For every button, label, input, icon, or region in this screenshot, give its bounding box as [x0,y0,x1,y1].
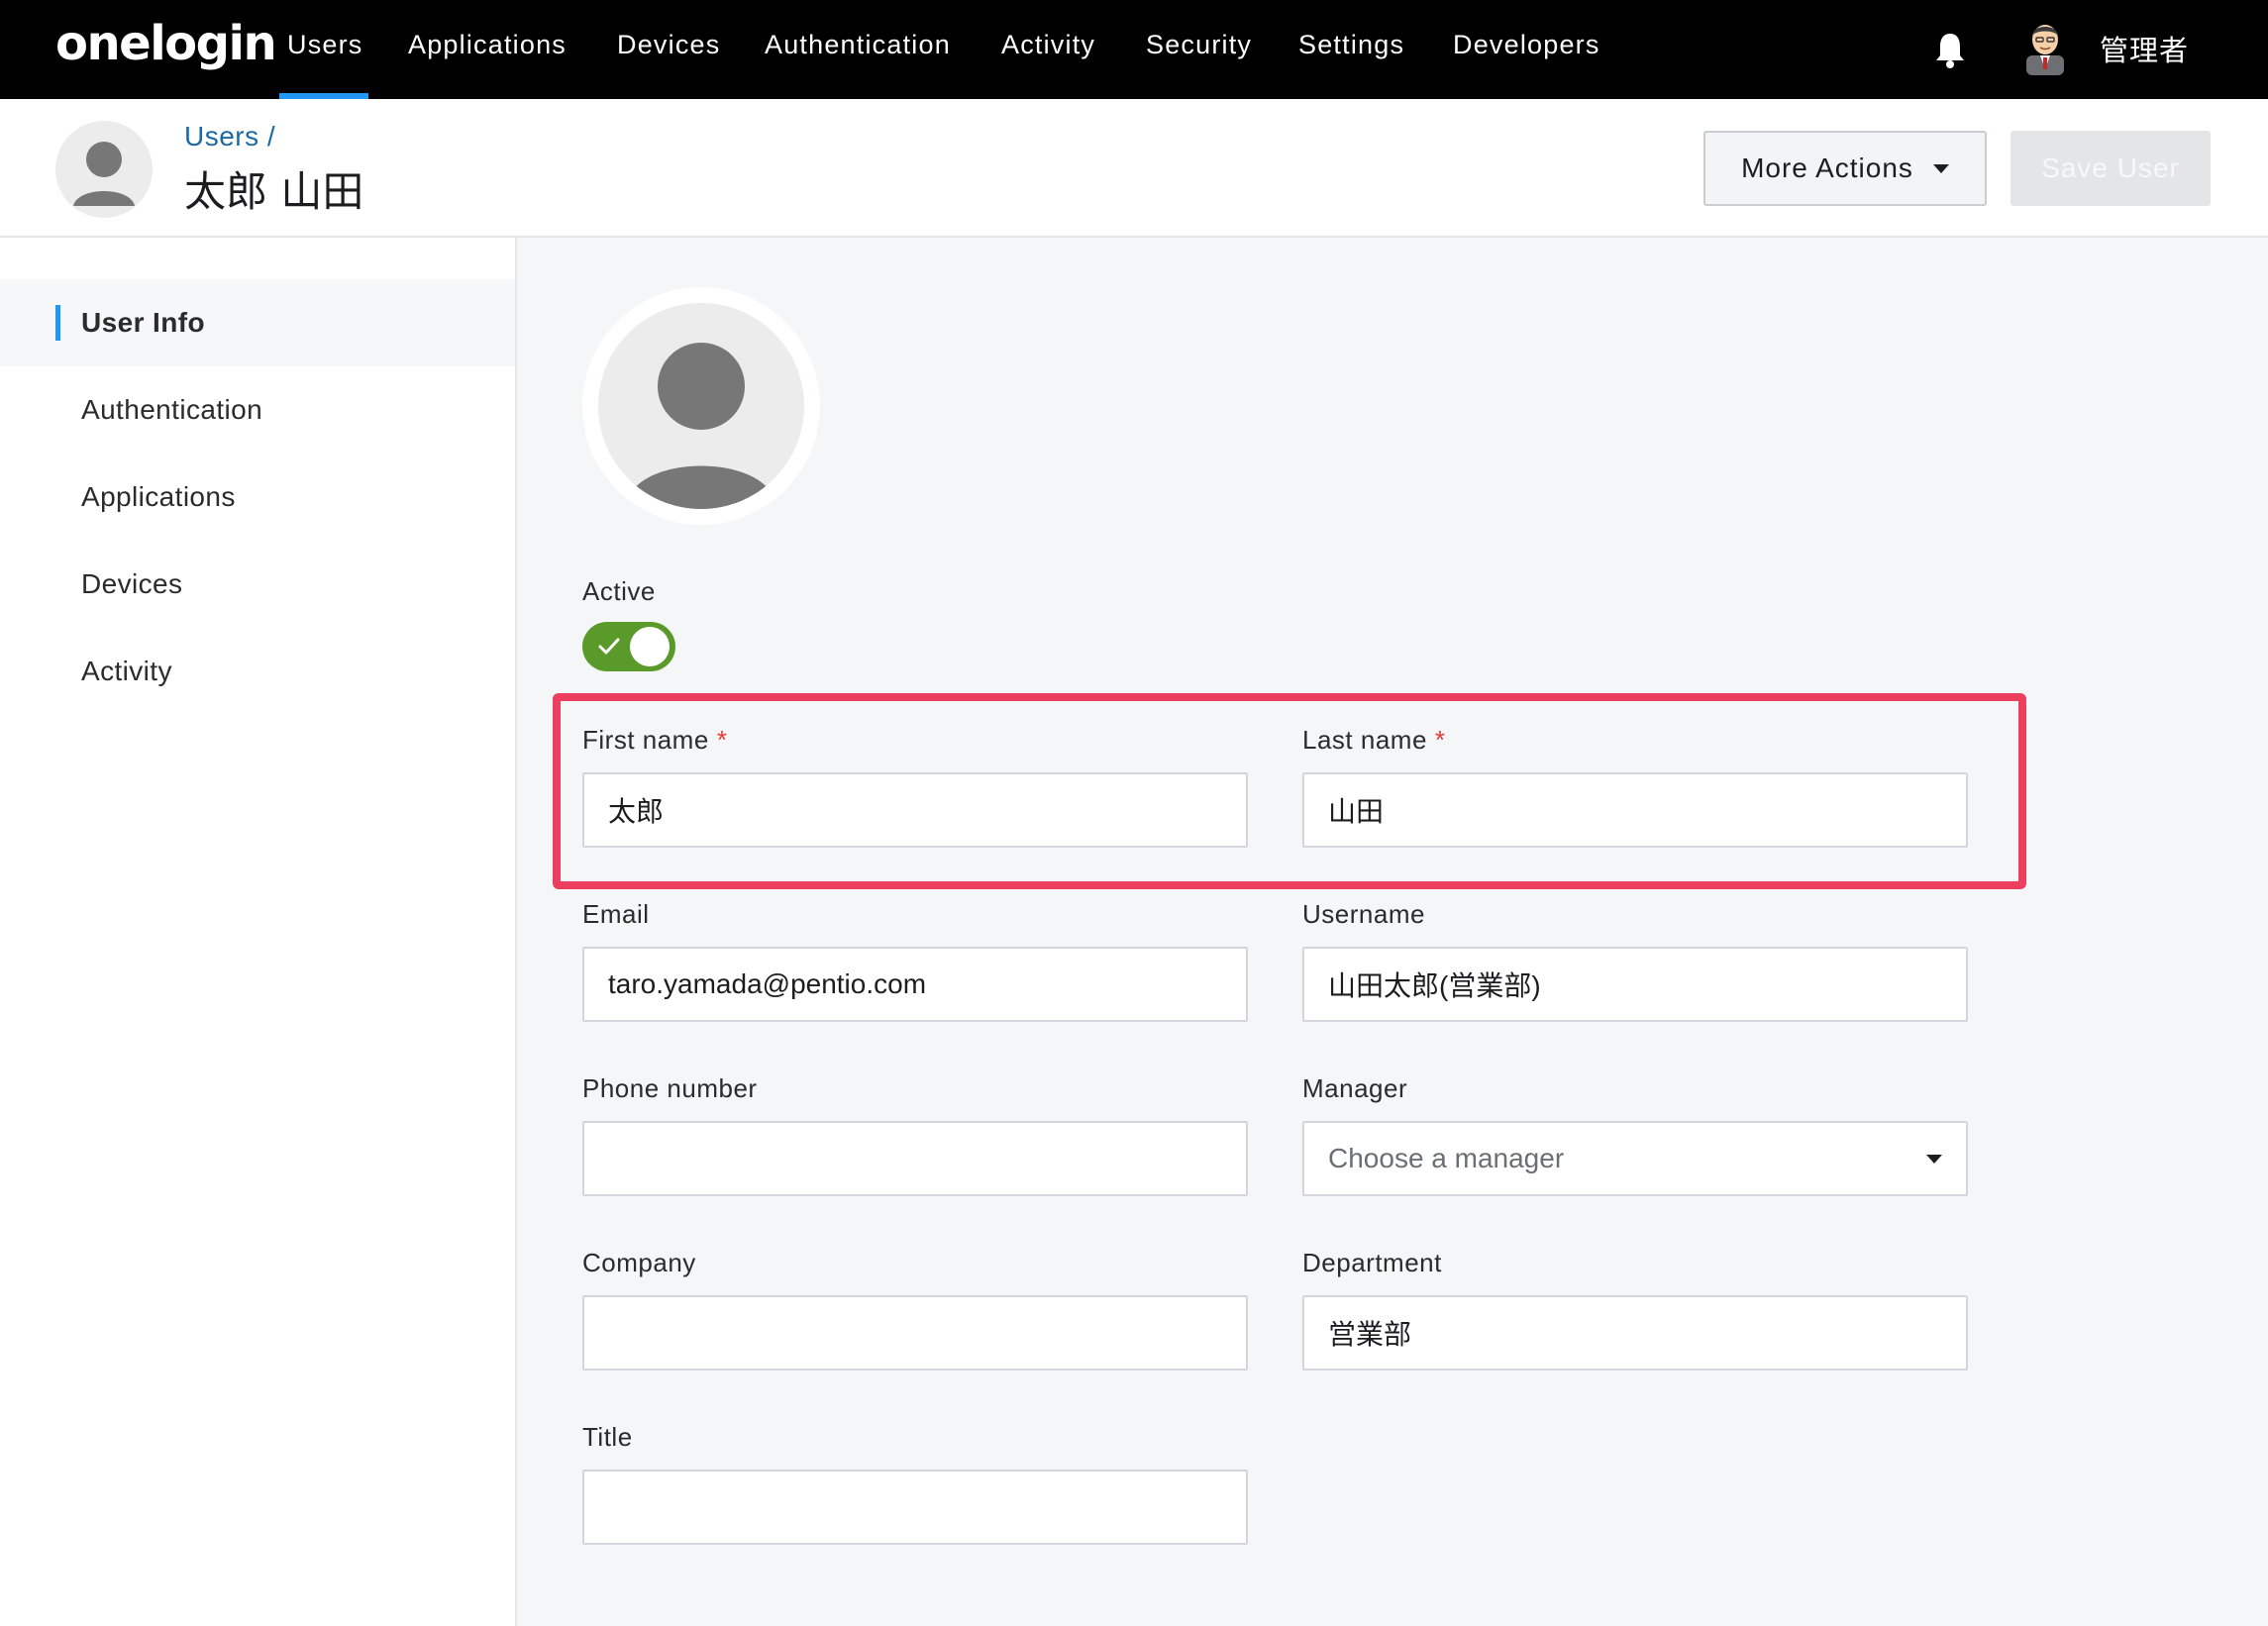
sidebar-item-label: Authentication [81,394,263,425]
email-field[interactable]: taro.yamada@pentio.com [582,947,1248,1022]
nav-developers[interactable]: Developers [1453,30,1600,60]
active-toggle[interactable] [582,622,675,671]
nav-users[interactable]: Users [287,30,363,60]
name-fields-highlight [553,693,2026,889]
chevron-down-icon [1926,1154,1942,1164]
nav-security[interactable]: Security [1146,30,1252,60]
sidebar-item-activity[interactable]: Activity [0,628,515,715]
sidebar-item-label: Activity [81,656,172,686]
department-field[interactable]: 営業部 [1302,1295,1968,1371]
username-field[interactable]: 山田太郎(営業部) [1302,947,1968,1022]
user-sidebar: User Info Authentication Applications De… [0,238,517,1626]
breadcrumb-users[interactable]: Users / [184,121,275,152]
manager-label: Manager [1302,1073,1408,1103]
nav-devices[interactable]: Devices [617,30,720,60]
more-actions-label: More Actions [1741,152,1913,183]
sidebar-item-label: User Info [81,307,205,338]
bell-icon[interactable] [1933,30,1967,69]
user-silhouette-icon [626,343,776,509]
more-actions-button[interactable]: More Actions [1703,131,1987,206]
email-label: Email [582,899,650,929]
department-label: Department [1302,1248,1442,1277]
onelogin-logo[interactable]: onelogin [55,16,277,71]
save-user-button: Save User [2010,131,2211,206]
manager-select[interactable]: Choose a manager [1302,1121,1968,1196]
username-label: Username [1302,899,1425,929]
company-field[interactable] [582,1295,1248,1371]
admin-avatar[interactable] [2020,16,2070,75]
sidebar-item-authentication[interactable]: Authentication [0,366,515,454]
page-title: 太郎 山田 [184,167,364,216]
profile-photo[interactable] [582,287,820,525]
sidebar-item-user-info[interactable]: User Info [0,279,515,366]
top-navigation-bar: onelogin Users Applications Devices Auth… [0,0,2268,99]
active-label: Active [582,576,656,606]
manager-placeholder: Choose a manager [1328,1143,1565,1173]
nav-authentication[interactable]: Authentication [765,30,951,60]
phone-field[interactable] [582,1121,1248,1196]
sidebar-item-label: Applications [81,481,236,512]
phone-label: Phone number [582,1073,758,1103]
checkmark-icon [598,638,620,655]
admin-username[interactable]: 管理者 [2100,28,2189,69]
active-sidebar-indicator [55,305,60,341]
nav-applications[interactable]: Applications [408,30,567,60]
user-page-header: Users / 太郎 山田 More Actions Save User [0,99,2268,238]
nav-activity[interactable]: Activity [1001,30,1095,60]
sidebar-item-devices[interactable]: Devices [0,541,515,628]
sidebar-item-applications[interactable]: Applications [0,454,515,541]
company-label: Company [582,1248,696,1277]
title-label: Title [582,1422,633,1452]
nav-settings[interactable]: Settings [1298,30,1404,60]
title-field[interactable] [582,1470,1248,1545]
sidebar-item-label: Devices [81,568,183,599]
user-avatar [55,121,153,218]
chevron-down-icon [1932,163,1949,173]
toggle-knob [630,627,670,666]
